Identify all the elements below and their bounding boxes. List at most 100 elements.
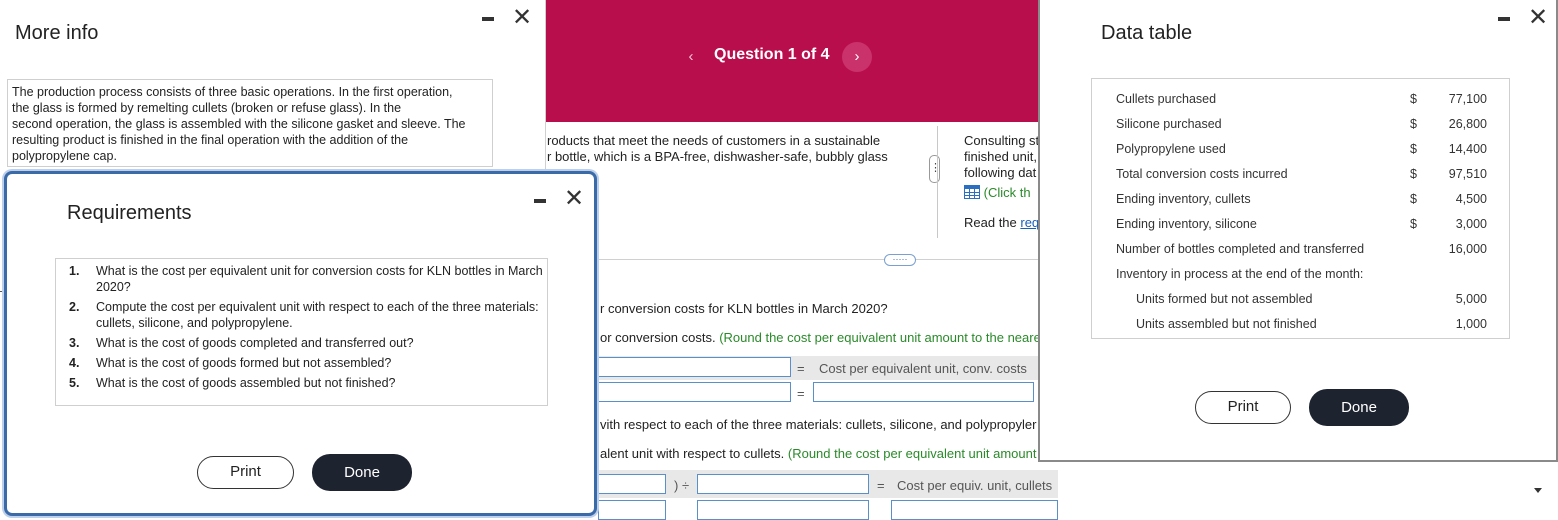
table-row: Units assembled but not finished 1,000 xyxy=(1092,311,1511,336)
question-navigation: ‹ Question 1 of 4 › xyxy=(676,42,876,72)
requirements-list-box: 1. What is the cost per equivalent unit f… xyxy=(55,258,548,406)
previous-question-button[interactable]: ‹ xyxy=(676,42,706,72)
more-info-line: The production process consists of three… xyxy=(12,85,453,99)
equals-sign-1: = xyxy=(797,361,805,376)
row-value: 26,800 xyxy=(1448,117,1487,131)
done-button[interactable]: Done xyxy=(312,454,412,491)
row-value: 97,510 xyxy=(1448,167,1487,181)
dollar-sign: $ xyxy=(1410,142,1417,156)
cost-per-equiv-unit-cullets-label: Cost per equiv. unit, cullets xyxy=(897,478,1053,493)
panel-resize-handle[interactable]: ⋮ xyxy=(929,155,941,183)
data-table: Cullets purchased $77,100 Silicone purcha… xyxy=(1091,78,1510,339)
requirements-dialog: Requirements ✕ 1. What is the cost per eq… xyxy=(4,171,597,516)
problem-intro-line-1: roducts that meet the needs of customers… xyxy=(547,133,881,148)
cullets-cost-input[interactable] xyxy=(598,474,666,494)
dollar-sign: $ xyxy=(1410,92,1417,106)
minimize-icon[interactable] xyxy=(534,199,546,203)
requirement-number: 1. xyxy=(69,264,80,278)
requirements-title: Requirements xyxy=(67,202,192,224)
cost-per-equiv-unit-conv-input[interactable] xyxy=(813,382,1034,402)
click-data-table-link[interactable]: (Click th xyxy=(964,185,1038,200)
requirement-item: 3. What is the cost of goods completed an… xyxy=(56,335,547,351)
close-icon[interactable]: ✕ xyxy=(564,187,584,211)
dots-vertical-icon: ⋮ xyxy=(930,162,941,174)
part2-question: vith respect to each of the three materi… xyxy=(600,417,1037,432)
requirement-number: 5. xyxy=(69,376,80,390)
table-row: Silicone purchased $26,800 xyxy=(1092,111,1511,136)
part1-question: r conversion costs for KLN bottles in Ma… xyxy=(600,301,888,316)
part1-instruction: or conversion costs. (Round the cost per… xyxy=(600,330,1040,345)
requirement-item: 5. What is the cost of goods assembled bu… xyxy=(56,375,547,391)
table-row: Units formed but not assembled 5,000 xyxy=(1092,286,1511,311)
requirement-text: What is the cost of goods completed and … xyxy=(96,336,414,350)
table-row: Total conversion costs incurred $97,510 xyxy=(1092,161,1511,186)
table-row: Ending inventory, silicone $3,000 xyxy=(1092,211,1511,236)
row-label: Total conversion costs incurred xyxy=(1116,167,1288,181)
expand-handle[interactable]: ····· xyxy=(884,254,916,266)
row-value: 5,000 xyxy=(1455,292,1487,306)
table-row: Polypropylene used $14,400 xyxy=(1092,136,1511,161)
close-icon[interactable]: ✕ xyxy=(1528,6,1548,30)
more-info-text-box: The production process consists of three… xyxy=(7,79,493,167)
read-requirements-text: Read the req xyxy=(964,215,1038,230)
requirements-link[interactable]: req xyxy=(1020,215,1038,230)
requirements-list: 1. What is the cost per equivalent unit f… xyxy=(56,259,547,391)
more-info-line: resulting product is finished in the fin… xyxy=(12,133,409,147)
cost-per-equiv-unit-conv-label: Cost per equivalent unit, conv. costs xyxy=(819,361,1027,376)
conversion-costs-input[interactable] xyxy=(598,357,791,377)
requirement-number: 4. xyxy=(69,356,80,370)
divide-sign: ) ÷ xyxy=(674,478,690,493)
dollar-sign: $ xyxy=(1410,192,1417,206)
scroll-down-arrow-icon[interactable] xyxy=(1534,488,1542,493)
print-button[interactable]: Print xyxy=(1195,391,1291,424)
equivalent-units-input[interactable] xyxy=(598,382,791,402)
dollar-sign: $ xyxy=(1410,217,1417,231)
question-counter: Question 1 of 4 xyxy=(714,46,830,63)
click-text: (Click th xyxy=(983,185,1031,200)
minimize-icon[interactable] xyxy=(482,17,494,21)
data-table-dialog: Data table ✕ Cullets purchased $77,100 Si… xyxy=(1038,0,1558,462)
next-row-input-3[interactable] xyxy=(891,500,1058,520)
dollar-sign: $ xyxy=(1410,117,1417,131)
requirement-item: 4. What is the cost of goods formed but n… xyxy=(56,355,547,371)
minimize-icon[interactable] xyxy=(1498,17,1510,21)
more-info-line: the glass is formed by remelting cullets… xyxy=(12,101,402,115)
row-value: 1,000 xyxy=(1455,317,1487,331)
row-label: Cullets purchased xyxy=(1116,92,1217,106)
part2-rounding-note: (Round the cost per equivalent unit amou… xyxy=(787,446,1037,461)
table-row: Number of bottles completed and transfer… xyxy=(1092,236,1511,261)
next-row-input-2[interactable] xyxy=(697,500,869,520)
row-value: 3,000 xyxy=(1455,217,1487,231)
part1-instr-prefix: or conversion costs. xyxy=(600,330,720,345)
table-row: Cullets purchased $77,100 xyxy=(1092,86,1511,111)
more-info-title: More info xyxy=(15,22,99,44)
row-label: Inventory in process at the end of the m… xyxy=(1116,267,1364,281)
done-button[interactable]: Done xyxy=(1309,389,1409,426)
problem-intro-line-2: r bottle, which is a BPA-free, dishwashe… xyxy=(547,149,888,164)
requirement-text: What is the cost of goods formed but not… xyxy=(96,356,392,370)
table-row: Inventory in process at the end of the m… xyxy=(1092,261,1511,286)
section-divider xyxy=(598,259,1040,260)
more-info-line: second operation, the glass is assembled… xyxy=(12,117,466,131)
part1-rounding-note: (Round the cost per equivalent unit amou… xyxy=(719,330,1040,345)
cullets-units-input[interactable] xyxy=(697,474,869,494)
row-label: Ending inventory, cullets xyxy=(1116,192,1251,206)
more-info-line: polypropylene cap. xyxy=(12,149,117,163)
row-value: 77,100 xyxy=(1448,92,1487,106)
requirement-text: Compute the cost per equivalent unit wit… xyxy=(96,300,539,330)
row-label: Polypropylene used xyxy=(1116,142,1226,156)
dollar-sign: $ xyxy=(1410,167,1417,181)
close-icon[interactable]: ✕ xyxy=(512,6,532,30)
more-info-dialog: More info ✕ The production process consi… xyxy=(0,0,546,178)
row-label: Ending inventory, silicone xyxy=(1116,217,1257,231)
equals-sign-2: = xyxy=(797,386,805,401)
part2-instruction: alent unit with respect to cullets. (Rou… xyxy=(600,446,1040,461)
next-question-button[interactable]: › xyxy=(842,42,872,72)
next-row-input-1[interactable] xyxy=(598,500,666,520)
row-value: 16,000 xyxy=(1448,242,1487,256)
requirement-text: What is the cost per equivalent unit for… xyxy=(96,264,543,294)
print-button[interactable]: Print xyxy=(197,456,294,489)
requirement-text: What is the cost of goods assembled but … xyxy=(96,376,396,390)
row-value: 4,500 xyxy=(1455,192,1487,206)
row-label: Units formed but not assembled xyxy=(1136,292,1313,306)
